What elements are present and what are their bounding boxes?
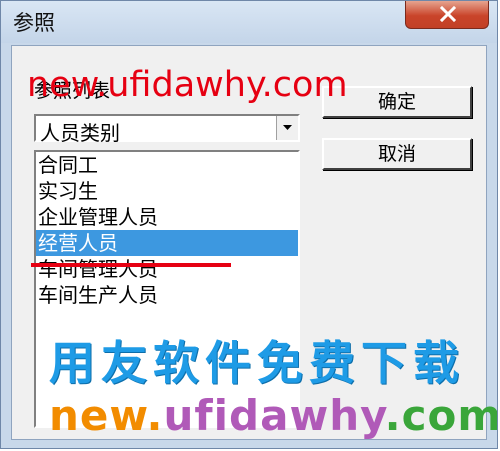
list-item[interactable]: 经营人员 <box>36 230 298 256</box>
watermark-url-bottom: new.ufidawhy.com <box>49 391 498 440</box>
list-item[interactable]: 实习生 <box>36 178 298 204</box>
watermark-url-top: new.ufidawhy.com <box>27 65 348 105</box>
dropdown-button[interactable] <box>276 116 298 140</box>
list-item[interactable]: 合同工 <box>36 152 298 178</box>
list-item[interactable]: 企业管理人员 <box>36 204 298 230</box>
watermark-part-domain: ufidawhy <box>163 391 385 440</box>
window-title: 参照 <box>13 11 55 35</box>
reference-type-select[interactable]: 人员类别 <box>34 114 300 145</box>
watermark-chinese-text: 用友软件免费下载 <box>49 336 465 390</box>
list-item[interactable]: 车间生产人员 <box>36 282 298 308</box>
watermark-underline <box>31 263 231 267</box>
close-button[interactable] <box>405 1 489 29</box>
reference-dialog: 参照 参照列表 人员类别 合同工 实习生 企业管理人员 经营人员 车间管理人员 车间生产人… <box>0 0 498 449</box>
watermark-part-new: new. <box>49 391 164 440</box>
list-item[interactable]: 车间管理人员 <box>36 256 298 282</box>
watermark-part-com: .com <box>384 391 498 440</box>
close-icon <box>439 6 457 22</box>
title-bar[interactable]: 参照 <box>1 1 497 43</box>
reference-type-value: 人员类别 <box>40 121 120 145</box>
chevron-down-icon <box>283 125 292 130</box>
cancel-button[interactable]: 取消 <box>322 138 472 170</box>
